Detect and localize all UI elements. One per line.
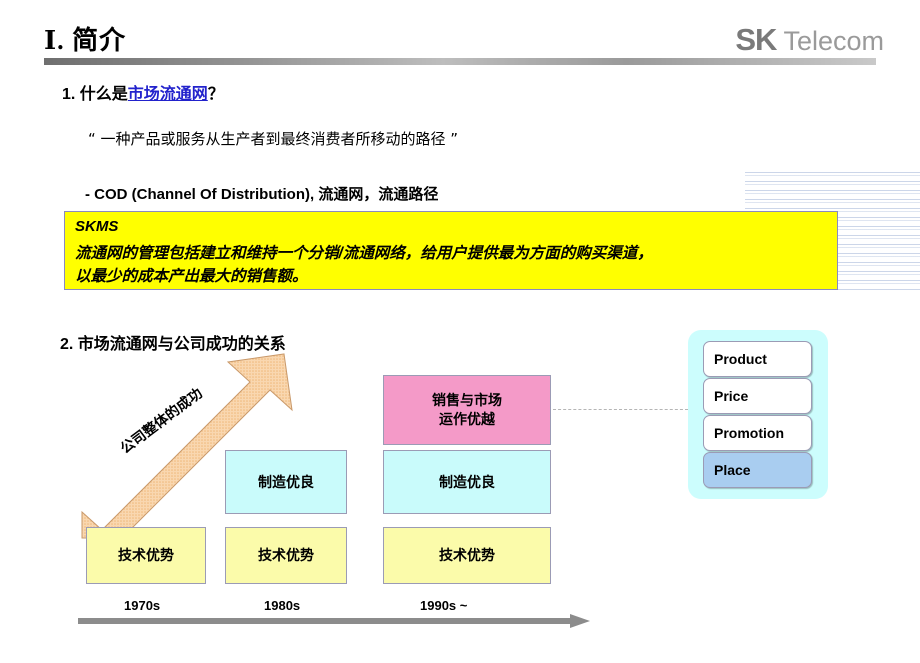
marketing-mix-item-price[interactable]: Price xyxy=(703,378,812,414)
skms-line-2: 以最少的成本产出最大的销售额。 xyxy=(75,268,308,285)
box-sales-market-line2: 运作优越 xyxy=(439,411,495,427)
logo-word-text: Telecom xyxy=(783,26,884,56)
skms-line-1: 流通网的管理包括建立和维持一个分销/流通网络，给用户提供最为方面的购买渠道， xyxy=(75,245,653,262)
timeline-tick-1970s: 1970s xyxy=(124,598,161,613)
section1-heading-highlight: 市场流通网 xyxy=(127,86,208,103)
section1-heading-suffix: ？ xyxy=(207,86,224,103)
timeline-tick-1990s: 1990s ~ xyxy=(420,598,468,613)
skms-title: SKMS xyxy=(75,218,119,235)
logo-mark-text: SK xyxy=(735,22,777,57)
section1-quote: “ 一种产品或服务从生产者到最终消费者所移动的路径 ” xyxy=(88,130,459,148)
box-sales-market-line1: 销售与市场 xyxy=(432,392,502,409)
marketing-mix-item-promotion[interactable]: Promotion xyxy=(703,415,812,451)
marketing-mix-panel: Product Price Promotion Place xyxy=(688,330,828,499)
slide-canvas: Ⅰ. 简介 SK Telecom 1. 什么是市场流通网？ “ 一种产品或服务从… xyxy=(0,0,920,663)
box-manufacturing-1980s: 制造优良 xyxy=(225,450,347,514)
section1-cod-line: - COD (Channel Of Distribution), 流通网，流通路… xyxy=(85,186,439,203)
header-divider xyxy=(44,58,876,65)
marketing-mix-item-place[interactable]: Place xyxy=(703,452,812,488)
page-title: Ⅰ. 简介 xyxy=(44,26,127,55)
section1-heading-prefix: 1. 什么是 xyxy=(62,86,128,103)
skms-callout-box: SKMS 流通网的管理包括建立和维持一个分销/流通网络，给用户提供最为方面的购买… xyxy=(64,211,838,290)
timeline-arrow xyxy=(78,614,590,628)
box-technology-1980s: 技术优势 xyxy=(225,527,347,584)
box-sales-market: 销售与市场 运作优越 xyxy=(383,375,551,445)
box-technology-1990s: 技术优势 xyxy=(383,527,551,584)
section1-heading: 1. 什么是市场流通网？ xyxy=(62,80,224,104)
connector-dashed-line xyxy=(553,409,688,411)
box-technology-1970s: 技术优势 xyxy=(86,527,206,584)
marketing-mix-item-product[interactable]: Product xyxy=(703,341,812,377)
sk-telecom-logo: SK Telecom xyxy=(735,22,884,58)
box-manufacturing-1990s: 制造优良 xyxy=(383,450,551,514)
section2-heading: 2. 市场流通网与公司成功的关系 xyxy=(60,336,286,353)
timeline-tick-1980s: 1980s xyxy=(264,598,301,613)
